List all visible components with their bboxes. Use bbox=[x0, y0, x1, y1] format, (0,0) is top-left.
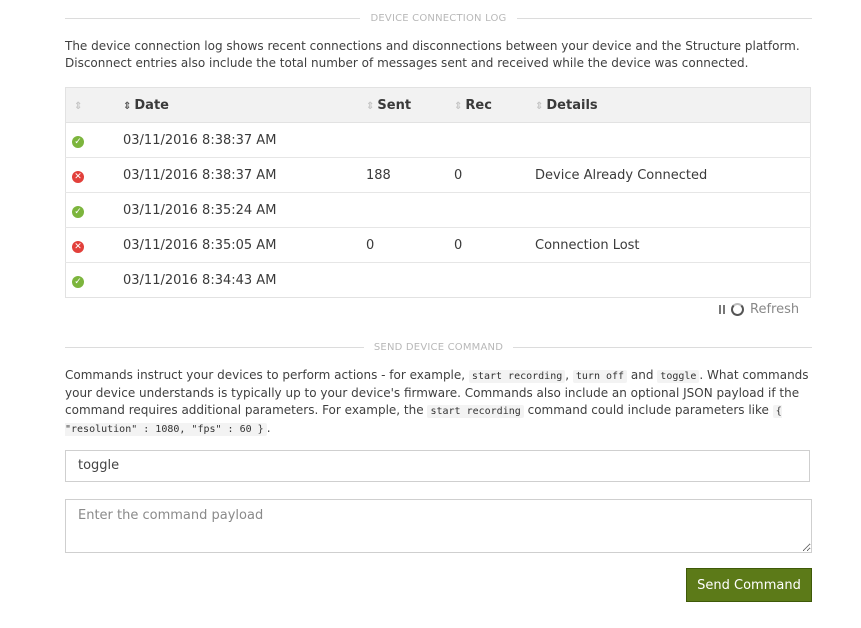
row-date: 03/11/2016 8:38:37 AM bbox=[123, 157, 366, 193]
connection-log-table: ⇕ ⇕ Date ⇕ Sent ⇕ Rec ⇕ Details ✓ 03/11/2016… bbox=[65, 87, 811, 298]
pause-icon[interactable] bbox=[719, 304, 725, 314]
sort-icon: ⇕ bbox=[535, 100, 544, 112]
table-row: ✕ 03/11/2016 8:38:37 AM 188 0 Device Alr… bbox=[65, 157, 811, 193]
sort-icon: ⇕ bbox=[74, 100, 83, 112]
divider-line bbox=[65, 17, 361, 19]
description-text: Commands instruct your devices to perfor… bbox=[65, 368, 466, 382]
sort-icon: ⇕ bbox=[454, 100, 463, 112]
row-rec bbox=[454, 262, 535, 298]
disconnected-status-icon: ✕ bbox=[72, 170, 84, 183]
row-sent bbox=[366, 262, 454, 298]
details-header-label: Details bbox=[546, 97, 598, 113]
code-example: start recording bbox=[427, 405, 524, 418]
row-sent bbox=[366, 122, 454, 158]
log-description: The device connection log shows recent c… bbox=[65, 39, 800, 70]
status-column-header[interactable]: ⇕ bbox=[65, 87, 123, 123]
refresh-controls: Refresh bbox=[719, 300, 799, 318]
row-sent: 188 bbox=[366, 157, 454, 193]
row-date: 03/11/2016 8:38:37 AM bbox=[123, 122, 366, 158]
date-header-label: Date bbox=[134, 97, 169, 113]
row-rec: 0 bbox=[454, 227, 535, 263]
command-description: Commands instruct your devices to perfor… bbox=[65, 367, 813, 438]
row-details bbox=[535, 122, 811, 158]
code-example: turn off bbox=[572, 370, 628, 383]
description-text: command could include parameters like bbox=[527, 403, 769, 417]
command-input[interactable]: toggle bbox=[65, 450, 810, 482]
table-row: ✓ 03/11/2016 8:38:37 AM bbox=[65, 122, 811, 158]
row-date: 03/11/2016 8:35:05 AM bbox=[123, 227, 366, 263]
row-rec: 0 bbox=[454, 157, 535, 193]
row-rec bbox=[454, 122, 535, 158]
connected-status-icon: ✓ bbox=[72, 275, 84, 288]
sort-icon: ⇕ bbox=[123, 100, 132, 112]
date-column-header[interactable]: ⇕ Date bbox=[123, 87, 366, 123]
description-text: . bbox=[266, 421, 271, 435]
row-details: Device Already Connected bbox=[535, 157, 811, 193]
divider-line bbox=[516, 17, 812, 19]
sent-column-header[interactable]: ⇕ Sent bbox=[366, 87, 454, 123]
spinner-icon bbox=[731, 302, 744, 316]
row-details bbox=[535, 192, 811, 228]
table-row: ✓ 03/11/2016 8:35:24 AM bbox=[65, 192, 811, 228]
code-example: toggle bbox=[657, 370, 700, 383]
payload-textarea[interactable] bbox=[65, 499, 812, 553]
row-date: 03/11/2016 8:34:43 AM bbox=[123, 262, 366, 298]
rec-header-label: Rec bbox=[465, 97, 492, 113]
log-section-divider: DEVICE CONNECTION LOG bbox=[65, 11, 812, 25]
row-rec bbox=[454, 192, 535, 228]
disconnected-status-icon: ✕ bbox=[72, 240, 84, 253]
log-section-title: DEVICE CONNECTION LOG bbox=[370, 12, 507, 24]
table-row: ✓ 03/11/2016 8:34:43 AM bbox=[65, 262, 811, 298]
row-date: 03/11/2016 8:35:24 AM bbox=[123, 192, 366, 228]
sent-header-label: Sent bbox=[377, 97, 412, 113]
row-sent bbox=[366, 192, 454, 228]
divider-line bbox=[65, 346, 364, 348]
divider-line bbox=[513, 346, 812, 348]
connected-status-icon: ✓ bbox=[72, 205, 84, 218]
connected-status-icon: ✓ bbox=[72, 135, 84, 148]
rec-column-header[interactable]: ⇕ Rec bbox=[454, 87, 535, 123]
description-text: and bbox=[630, 368, 654, 382]
refresh-link[interactable]: Refresh bbox=[750, 302, 799, 317]
table-header-row: ⇕ ⇕ Date ⇕ Sent ⇕ Rec ⇕ Details bbox=[65, 87, 811, 123]
details-column-header[interactable]: ⇕ Details bbox=[535, 87, 811, 123]
send-command-button[interactable]: Send Command bbox=[686, 568, 812, 602]
command-section-divider: SEND DEVICE COMMAND bbox=[65, 340, 812, 354]
command-section-title: SEND DEVICE COMMAND bbox=[373, 341, 504, 353]
row-sent: 0 bbox=[366, 227, 454, 263]
code-example: start recording bbox=[468, 370, 566, 383]
table-row: ✕ 03/11/2016 8:35:05 AM 0 0 Connection L… bbox=[65, 227, 811, 263]
row-details: Connection Lost bbox=[535, 227, 811, 263]
sort-icon: ⇕ bbox=[366, 100, 375, 112]
description-text: , bbox=[565, 368, 570, 382]
row-details bbox=[535, 262, 811, 298]
